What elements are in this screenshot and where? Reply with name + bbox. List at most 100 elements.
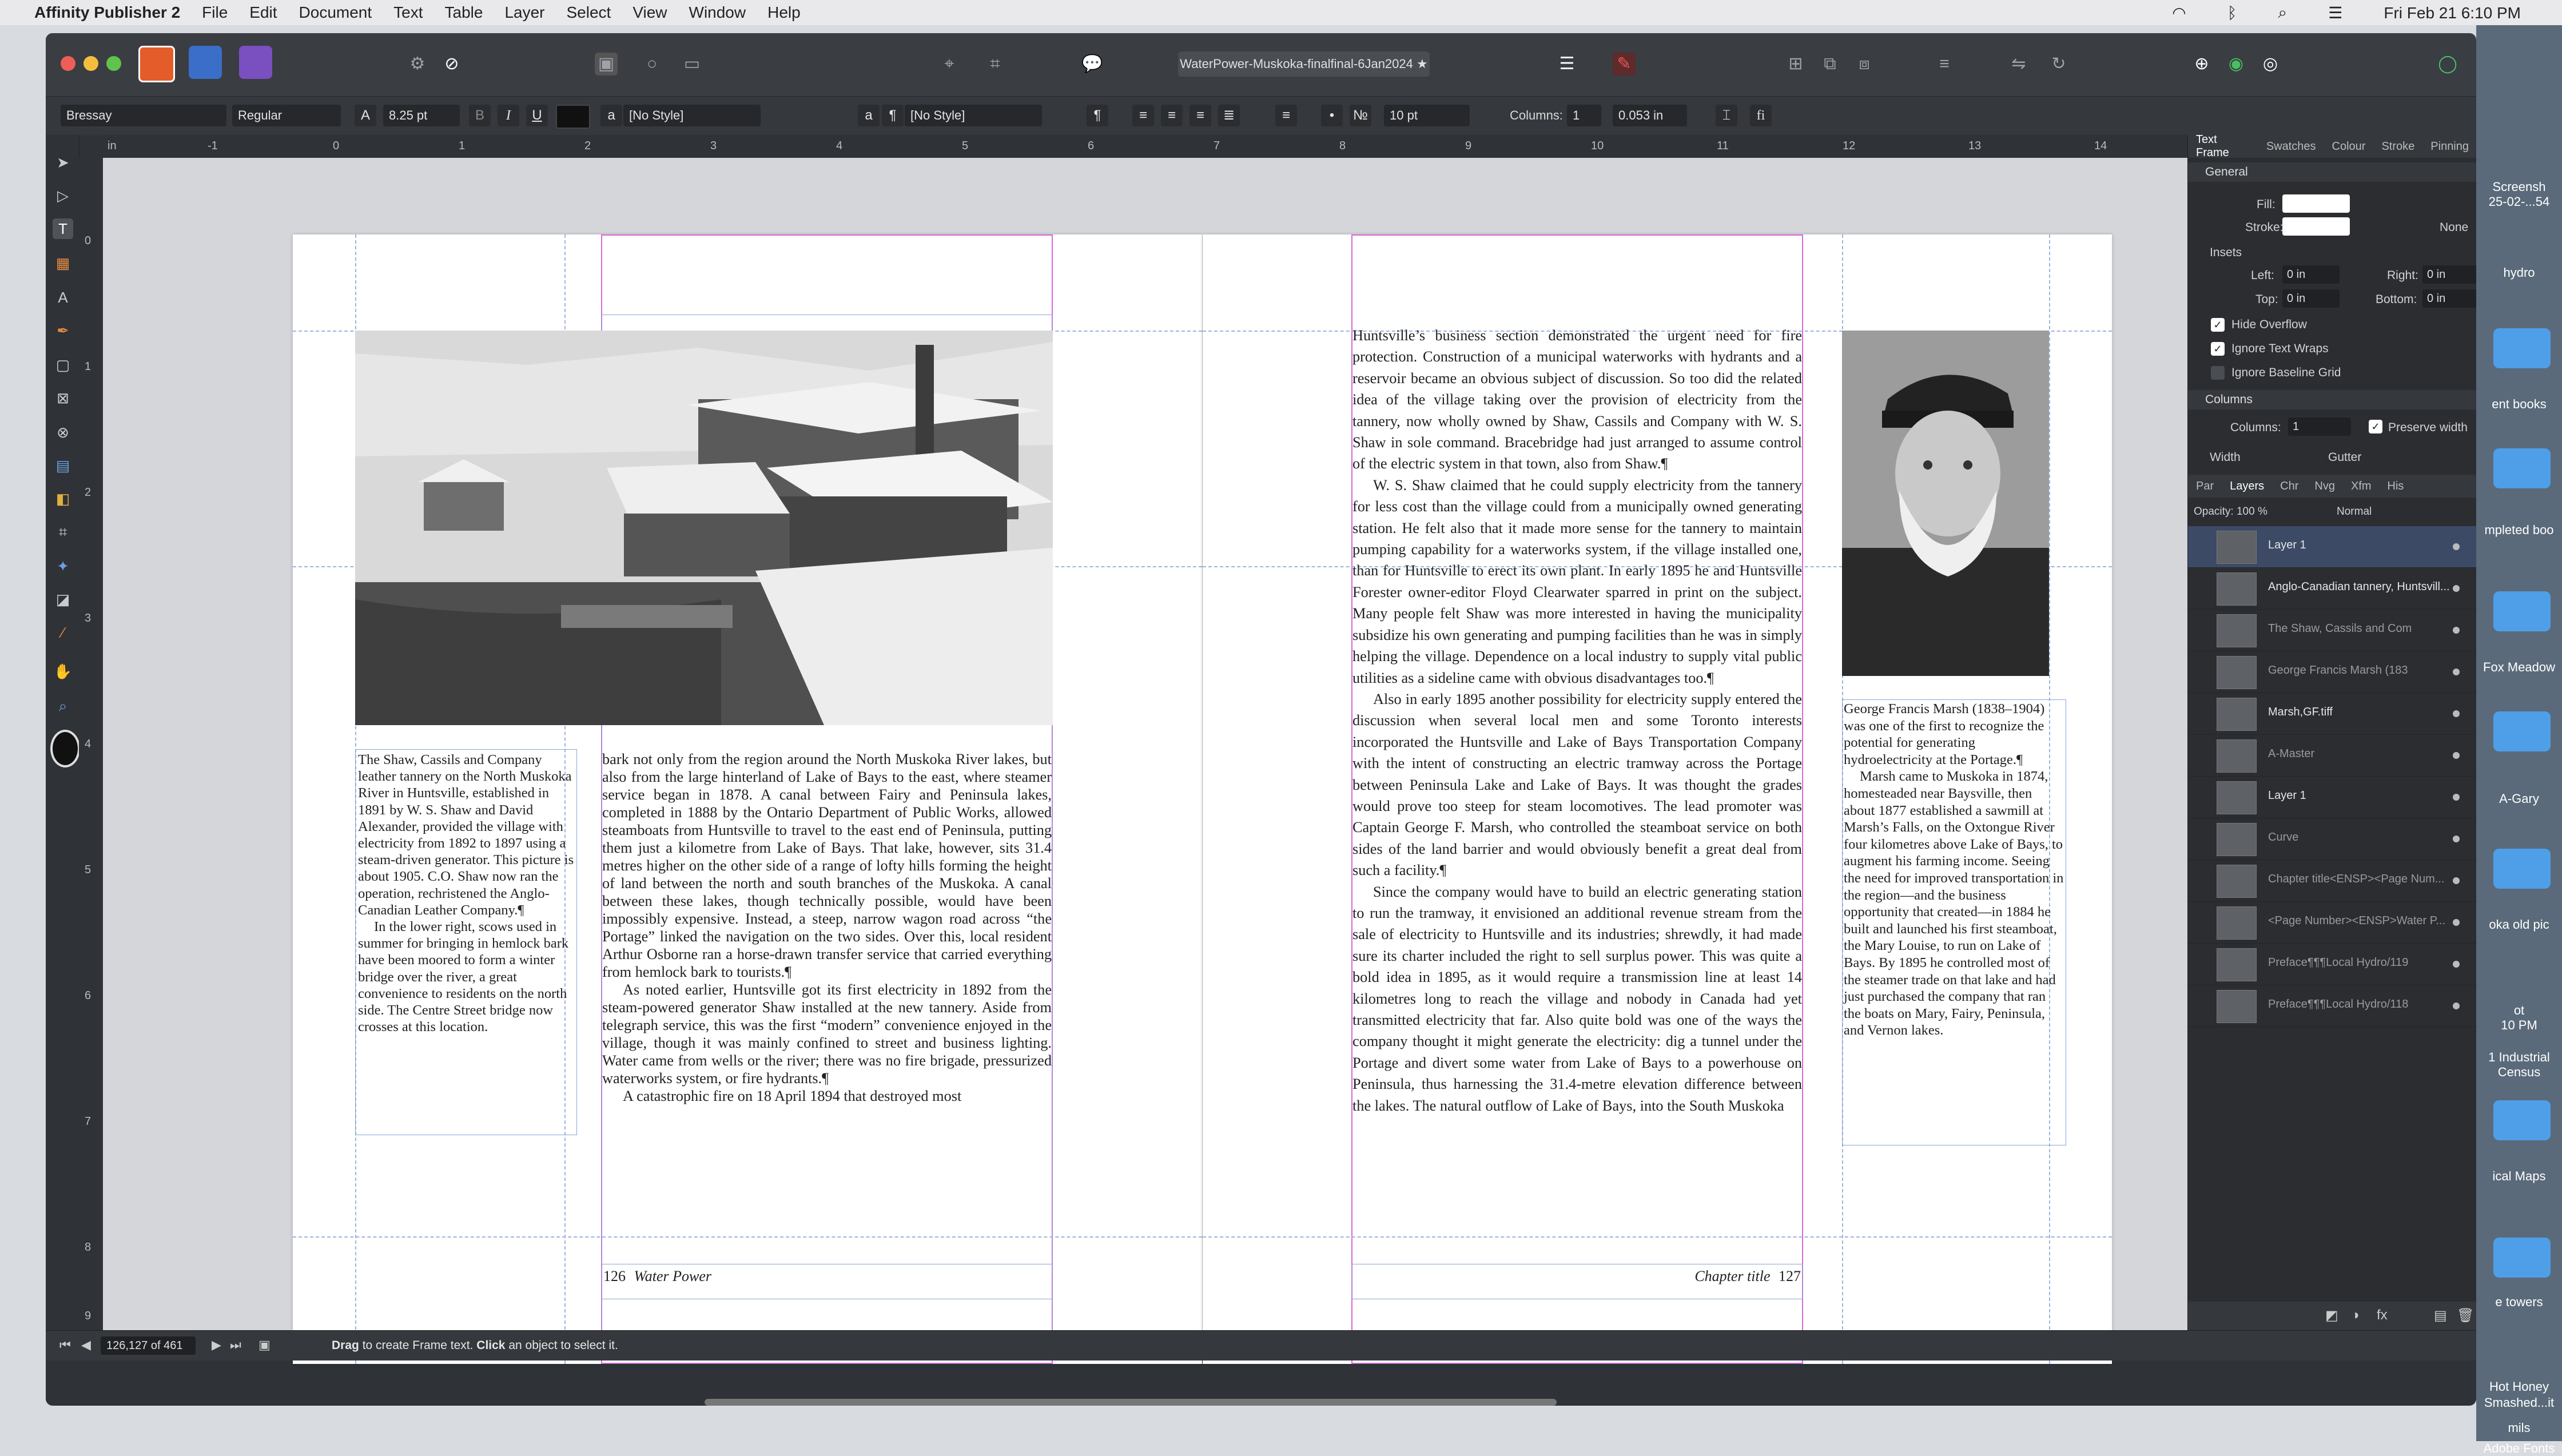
visibility-icon[interactable] (2453, 961, 2460, 968)
layer-row[interactable]: Marsh,GF.tiff (2188, 693, 2476, 735)
folder-icon[interactable] (2493, 328, 2551, 368)
columns-field[interactable]: 1 (2288, 417, 2351, 436)
tab-paragraph[interactable]: Par (2188, 480, 2222, 493)
numbered-list-icon[interactable]: № (1350, 105, 1371, 126)
bluetooth-icon[interactable]: ᛒ (2227, 4, 2237, 22)
hand-tool-icon[interactable]: ✋ (53, 661, 73, 682)
inset-top-field[interactable]: 0 in (2282, 289, 2340, 308)
menu-text[interactable]: Text (393, 3, 423, 22)
add-layer-icon[interactable]: ▤ (2434, 1307, 2447, 1324)
page-box-icon[interactable]: ▣ (258, 1338, 270, 1352)
desktop-item[interactable]: Hot Honey (2476, 1379, 2562, 1394)
ignore-wraps-checkbox[interactable]: ✓ (2211, 342, 2225, 356)
fill-swatch[interactable] (2282, 194, 2350, 213)
bullet-list-icon[interactable]: • (1321, 105, 1343, 126)
fill-tool-icon[interactable]: ◧ (53, 488, 73, 509)
rotate-icon[interactable]: ↻ (2047, 53, 2070, 75)
export-icon[interactable]: ◎ (2259, 53, 2282, 75)
stroke-swatch[interactable] (2282, 217, 2350, 236)
frame-text-tool-icon[interactable]: T (53, 218, 73, 239)
app-menu[interactable]: Affinity Publisher 2 (34, 3, 180, 22)
search-icon[interactable]: ⌕ (2278, 3, 2288, 22)
blend-mode-select[interactable]: Normal (2337, 506, 2372, 518)
desktop-item[interactable]: A-Gary (2476, 791, 2562, 806)
distribute-icon[interactable]: ≡ (1933, 53, 1956, 75)
snapping-icon[interactable]: ○ (640, 53, 663, 75)
folder-icon[interactable] (2493, 849, 2551, 889)
tab-navigator[interactable]: Nvg (2306, 480, 2343, 493)
crop-tool-icon[interactable]: ⌗ (53, 522, 73, 542)
layer-row[interactable]: A-Master (2188, 735, 2476, 777)
text-wrap-icon[interactable]: ☰ (1556, 53, 1578, 75)
menu-document[interactable]: Document (299, 3, 372, 22)
align-right-icon[interactable]: ≡ (1190, 105, 1211, 126)
pin-icon[interactable]: ⌖ (938, 53, 961, 75)
tab-colour[interactable]: Colour (2324, 140, 2374, 153)
vertical-ruler[interactable]: 0 1 2 3 4 5 6 7 8 9 (79, 158, 104, 1330)
place-image-tool-icon[interactable]: ▤ (53, 455, 73, 476)
desktop-item[interactable]: Census (2476, 1065, 2562, 1080)
desktop-item[interactable]: hydro (2476, 265, 2562, 280)
lowercase-a-icon[interactable]: a (858, 105, 880, 126)
menu-file[interactable]: File (202, 3, 228, 22)
rectangle-tool-icon[interactable]: ▢ (53, 355, 73, 375)
layer-row[interactable]: Chapter title<ENSP><Page Num... (2188, 860, 2476, 902)
menu-view[interactable]: View (632, 3, 667, 22)
zoom-tool-icon[interactable]: ⌕ (53, 695, 73, 716)
align-left-icon[interactable]: ≡ (1132, 105, 1154, 126)
pen-tool-icon[interactable]: ✒ (53, 320, 73, 341)
layer-row[interactable]: Preface¶¶¶Local Hydro/119 (2188, 944, 2476, 985)
layer-row[interactable]: Anglo-Canadian tannery, Huntsvill... (2188, 568, 2476, 610)
layer-row[interactable]: Layer 1 (2188, 777, 2476, 818)
preserve-width-checkbox[interactable]: ✓ (2369, 420, 2382, 433)
columns-field[interactable]: 1 (1567, 105, 1601, 126)
desktop-item[interactable]: 10 PM (2476, 1018, 2562, 1033)
desktop-item[interactable]: e towers (2476, 1295, 2562, 1310)
preview-icon[interactable]: ▭ (681, 53, 703, 75)
menu-window[interactable]: Window (689, 3, 746, 22)
pen-icon[interactable]: ✎ (1613, 53, 1636, 75)
prev-page-icon[interactable]: ◀ (81, 1338, 91, 1352)
preflight-icon[interactable]: ⊘ (440, 53, 463, 75)
visibility-icon[interactable] (2453, 710, 2460, 717)
document-canvas[interactable]: The Shaw, Cassils and Company leather ta… (103, 158, 2187, 1406)
text-frame-icon[interactable]: ⌶ (1716, 105, 1737, 126)
general-section-header[interactable]: General (2188, 162, 2476, 182)
layer-row[interactable]: Layer 1 (2188, 526, 2476, 568)
tannery-photo[interactable] (355, 331, 1053, 725)
ignore-grid-checkbox[interactable] (2211, 366, 2225, 380)
menu-edit[interactable]: Edit (249, 3, 277, 22)
font-family-select[interactable]: Bressay (61, 105, 226, 126)
italic-button[interactable]: I (498, 105, 519, 126)
visibility-icon[interactable] (2453, 752, 2460, 759)
align-center-icon[interactable]: ≡ (1161, 105, 1183, 126)
underline-button[interactable]: U (526, 105, 548, 126)
justify-icon[interactable]: ≣ (1218, 105, 1240, 126)
close-button[interactable] (61, 56, 75, 71)
vertical-align-icon[interactable]: ≡ (1275, 105, 1297, 126)
desktop-item[interactable]: 1 Industrial (2476, 1050, 2562, 1065)
group-icon[interactable]: ⧈ (1853, 53, 1876, 75)
opacity-readout[interactable]: Opacity: 100 % (2194, 506, 2267, 518)
inset-right-field[interactable]: 0 in (2422, 265, 2476, 284)
align-icon[interactable]: ⊞ (1784, 53, 1807, 75)
tab-pinning[interactable]: Pinning (2422, 140, 2476, 153)
tab-text-frame[interactable]: Text Frame (2188, 133, 2258, 160)
char-style-icon[interactable]: a (600, 105, 622, 126)
menu-select[interactable]: Select (567, 3, 611, 22)
visibility-icon[interactable] (2453, 1003, 2460, 1009)
tab-character[interactable]: Chr (2272, 480, 2306, 493)
tab-layers[interactable]: Layers (2222, 480, 2272, 493)
move-tool-icon[interactable]: ➤ (53, 152, 73, 173)
folder-icon[interactable] (2493, 591, 2551, 631)
desktop-item[interactable]: Adobe Fonts (2476, 1441, 2562, 1456)
adjustment-icon[interactable]: ◑ (2351, 1307, 2360, 1323)
tab-stroke[interactable]: Stroke (2373, 140, 2422, 153)
show-invisibles-button[interactable]: ¶ (1087, 105, 1108, 126)
left-page[interactable]: The Shaw, Cassils and Company leather ta… (293, 234, 1202, 1364)
layer-row[interactable]: Preface¶¶¶Local Hydro/118 (2188, 985, 2476, 1027)
gear-icon[interactable]: ⚙ (406, 53, 429, 75)
gutter-field[interactable]: 0.053 in (1613, 105, 1687, 126)
menu-table[interactable]: Table (445, 3, 483, 22)
horizontal-scrollbar[interactable] (705, 1399, 1557, 1406)
